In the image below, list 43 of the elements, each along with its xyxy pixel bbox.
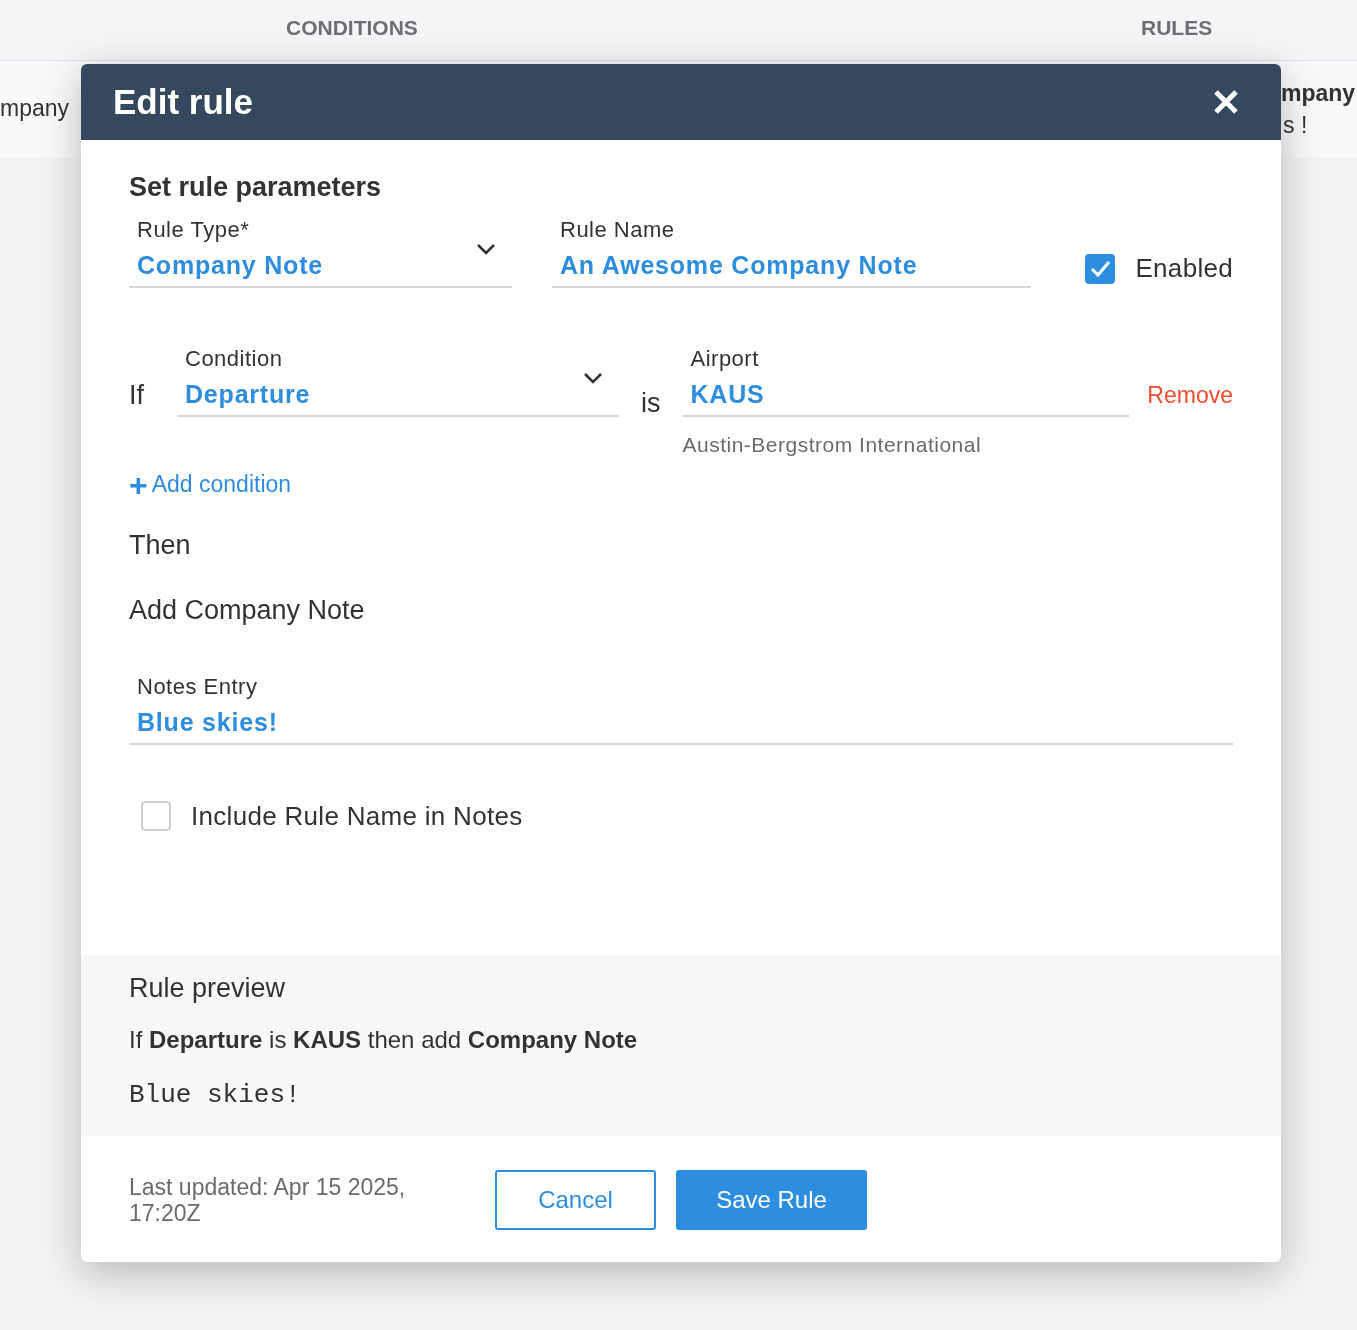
field-hint: Austin-Bergstrom International: [682, 433, 983, 457]
checkbox[interactable]: [1085, 253, 1116, 284]
close-button[interactable]: [1213, 89, 1239, 115]
column-header[interactable]: CONDITIONS: [286, 16, 418, 40]
field-label: Rule Name: [560, 217, 676, 243]
checkbox[interactable]: [141, 801, 171, 831]
close-icon: [1213, 89, 1239, 115]
section-title: Set rule parameters: [129, 172, 383, 203]
field-label: Rule Type*: [137, 217, 251, 243]
field-value: Company Note: [137, 251, 323, 280]
preview-note: Blue skies!: [129, 1080, 302, 1110]
table-cell-text: mpany: [1280, 79, 1356, 108]
table-cell-text: s !: [1282, 111, 1308, 140]
field-value: Blue skies!: [137, 707, 278, 737]
preview-text: If Departure is KAUS then add Company Note: [129, 1026, 639, 1054]
chevron-down-icon: [476, 241, 496, 256]
section-title: Add Company Note: [129, 594, 366, 626]
remove-link[interactable]: Remove: [1147, 382, 1233, 409]
preview-title: Rule preview: [129, 973, 287, 1004]
field-value: An Awesome Company Note: [560, 251, 918, 280]
add-condition-link[interactable]: +Add condition: [129, 471, 292, 498]
text-field[interactable]: Rule Name An Awesome Company Note: [552, 217, 1031, 288]
field-value: KAUS: [690, 380, 765, 409]
table-cell-text: mpany: [0, 95, 70, 123]
field-value: Departure: [185, 380, 311, 409]
text-field[interactable]: Notes Entry Blue skies!: [129, 673, 1233, 745]
dropdown-field[interactable]: Rule Type* Company Note: [129, 217, 512, 288]
dialog-title: Edit rule: [113, 82, 254, 122]
field-label: Notes Entry: [137, 673, 259, 700]
field-label: Condition: [185, 346, 284, 372]
cancel-button[interactable]: Cancel: [495, 1170, 656, 1230]
checkbox-label: Enabled: [1135, 253, 1233, 284]
dropdown-field[interactable]: Condition Departure: [177, 346, 619, 417]
checkbox-label: Include Rule Name in Notes: [191, 800, 523, 832]
operator-label: is: [641, 388, 661, 419]
text-field[interactable]: Airport KAUS: [682, 346, 1129, 417]
field-label: Airport: [690, 346, 760, 372]
chevron-down-icon: [583, 370, 603, 385]
column-header[interactable]: RULES: [1141, 16, 1213, 40]
condition-prefix: If: [129, 380, 145, 411]
last-updated-text: Last updated: Apr 15 2025, 17:20Z: [129, 1174, 407, 1226]
section-label: Then: [129, 529, 192, 561]
save-button[interactable]: Save Rule: [676, 1170, 867, 1230]
